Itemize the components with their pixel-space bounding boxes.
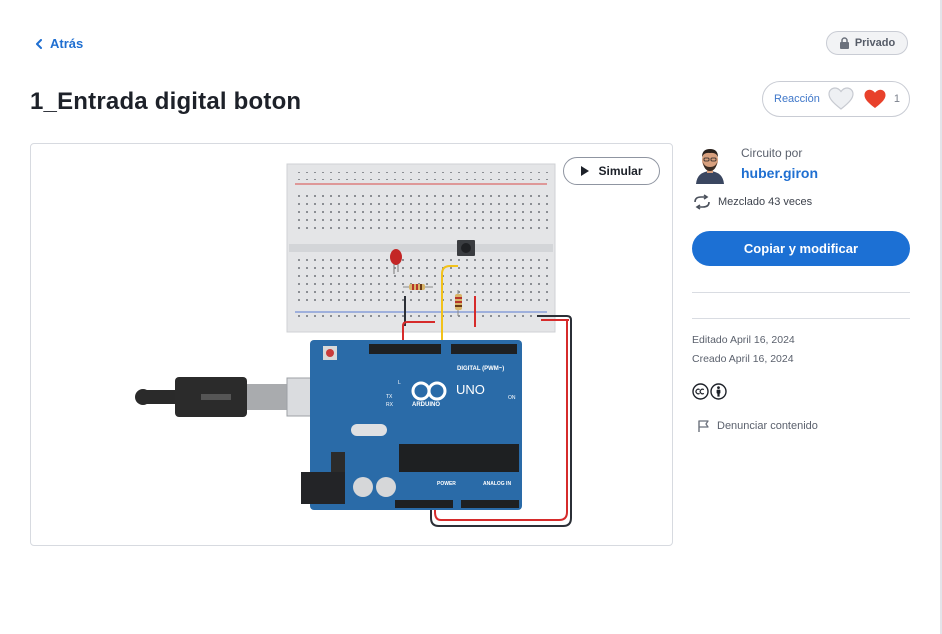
edited-date: Editado April 16, 2024 — [692, 334, 795, 346]
attribution-icon — [710, 383, 727, 400]
back-link[interactable]: Atrás — [34, 36, 83, 51]
circuit-diagram: DIGITAL (PWM~) UNO ARDUINO L TX RX ON PO… — [135, 163, 572, 527]
board-uno-label: UNO — [456, 382, 485, 397]
created-date: Creado April 16, 2024 — [692, 353, 794, 365]
arduino-board: DIGITAL (PWM~) UNO ARDUINO L TX RX ON PO… — [301, 340, 522, 510]
copy-modify-button[interactable]: Copiar y modificar — [692, 231, 910, 266]
page-title: 1_Entrada digital boton — [30, 88, 302, 115]
reaction-label: Reacción — [774, 93, 820, 105]
remix-info: Mezclado 43 veces — [692, 194, 812, 210]
heart-outline-icon[interactable] — [828, 87, 854, 111]
push-button — [457, 240, 475, 256]
circuit-canvas[interactable]: DIGITAL (PWM~) UNO ARDUINO L TX RX ON PO… — [30, 143, 673, 546]
divider — [692, 318, 910, 319]
private-label: Privado — [854, 37, 896, 49]
author-link[interactable]: huber.giron — [741, 165, 818, 181]
digital-label: DIGITAL (PWM~) — [457, 366, 504, 372]
remix-count-text: Mezclado 43 veces — [718, 196, 813, 208]
report-label: Denunciar contenido — [717, 420, 818, 432]
page: Atrás Privado 1_Entrada digital boton Re… — [0, 0, 942, 634]
tx-label: TX — [386, 394, 393, 400]
remix-icon — [694, 194, 710, 210]
reaction-count: 1 — [893, 93, 900, 105]
back-label: Atrás — [50, 36, 84, 51]
breadboard — [286, 163, 556, 333]
rx-label: RX — [386, 402, 394, 408]
simulate-label: Simular — [598, 164, 643, 178]
heart-filled-icon[interactable] — [864, 89, 886, 109]
analog-label: ANALOG IN — [483, 481, 511, 487]
chevron-left-icon — [36, 38, 42, 49]
circuit-by-label: Circuito por — [741, 146, 803, 160]
reaction-box: Reacción 1 — [762, 81, 910, 117]
lock-icon — [839, 37, 849, 49]
flag-icon — [698, 420, 709, 432]
report-content-link[interactable]: Denunciar contenido — [697, 419, 818, 433]
private-badge: Privado — [826, 31, 908, 55]
creative-commons-icon — [692, 383, 709, 400]
on-label: ON — [508, 395, 516, 401]
play-icon — [581, 166, 590, 176]
power-label: POWER — [437, 481, 456, 487]
avatar[interactable] — [692, 146, 728, 184]
board-brand-label: ARDUINO — [412, 402, 440, 408]
license-icons[interactable] — [692, 383, 727, 400]
l-label: L — [398, 380, 401, 386]
simulate-button[interactable]: Simular — [563, 157, 660, 185]
divider — [692, 292, 910, 293]
